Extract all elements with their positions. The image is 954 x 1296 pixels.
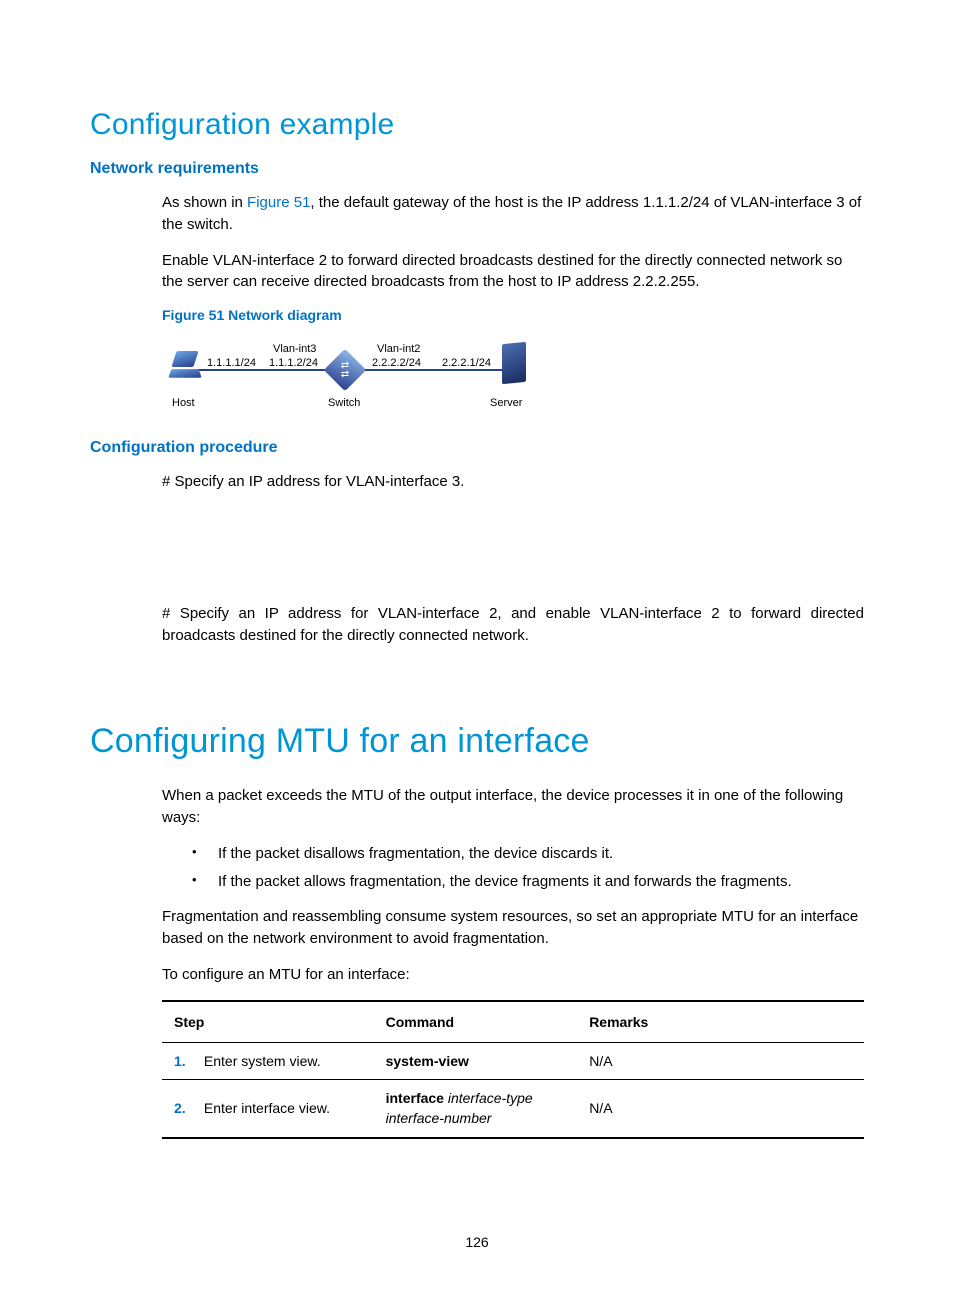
- para-mtu-3: To configure an MTU for an interface:: [162, 964, 864, 986]
- bullet-list: If the packet disallows fragmentation, t…: [162, 843, 864, 893]
- th-remarks: Remarks: [583, 1001, 864, 1043]
- body-proc: # Specify an IP address for VLAN-interfa…: [162, 471, 864, 646]
- page: Configuration example Network requiremen…: [0, 0, 954, 1296]
- step-number: 1.: [174, 1051, 200, 1071]
- label-host: Host: [172, 397, 195, 409]
- remarks-cell: N/A: [583, 1080, 864, 1138]
- bullet-1: If the packet disallows fragmentation, t…: [162, 843, 864, 865]
- figure-51: Figure 51 Network diagram 1.1.1.1/24 Vla…: [162, 307, 864, 415]
- table-header-row: Step Command Remarks: [162, 1001, 864, 1043]
- bullet-2: If the packet allows fragmentation, the …: [162, 871, 864, 893]
- link-figure-51[interactable]: Figure 51: [247, 194, 310, 211]
- label-switch: Switch: [328, 397, 360, 409]
- heading-configuration-example: Configuration example: [90, 108, 864, 142]
- step-number: 2.: [174, 1098, 200, 1118]
- cmd-bold: system-view: [386, 1053, 469, 1069]
- label-vlan2: Vlan-int2: [377, 343, 420, 355]
- figure-title: Figure 51 Network diagram: [162, 307, 864, 323]
- label-vlan2-ip: 2.2.2.2/24: [372, 357, 421, 369]
- switch-icon: ⇄⇄: [330, 355, 360, 385]
- step-text: Enter interface view.: [204, 1100, 330, 1116]
- para-netreq-2: Enable VLAN-interface 2 to forward direc…: [162, 250, 864, 294]
- th-step: Step: [162, 1001, 380, 1043]
- steps-table: Step Command Remarks 1. Enter system vie…: [162, 1000, 864, 1139]
- label-server-ip: 2.2.2.1/24: [442, 357, 491, 369]
- heading-configuring-mtu: Configuring MTU for an interface: [90, 722, 864, 761]
- label-vlan3-ip: 1.1.1.2/24: [269, 357, 318, 369]
- heading-network-requirements: Network requirements: [90, 160, 864, 178]
- link-line-left: [198, 369, 330, 371]
- para-mtu-1: When a packet exceeds the MTU of the out…: [162, 785, 864, 829]
- step-text: Enter system view.: [204, 1053, 321, 1069]
- heading-configuration-procedure: Configuration procedure: [90, 439, 864, 457]
- table-row: 1. Enter system view. system-view N/A: [162, 1042, 864, 1079]
- table-row: 2. Enter interface view. interface inter…: [162, 1080, 864, 1138]
- remarks-cell: N/A: [583, 1042, 864, 1079]
- link-line-right: [360, 369, 502, 371]
- server-icon: [502, 342, 526, 385]
- host-icon: [170, 351, 200, 381]
- para-proc-2: # Specify an IP address for VLAN-interfa…: [162, 603, 864, 647]
- para-proc-1: # Specify an IP address for VLAN-interfa…: [162, 471, 864, 493]
- body-mtu: When a packet exceeds the MTU of the out…: [162, 785, 864, 1138]
- cmd-bold: interface: [386, 1090, 444, 1106]
- text: As shown in: [162, 194, 247, 211]
- para-mtu-2: Fragmentation and reassembling consume s…: [162, 906, 864, 950]
- body-netreq: As shown in Figure 51, the default gatew…: [162, 192, 864, 293]
- label-server: Server: [490, 397, 522, 409]
- network-diagram: 1.1.1.1/24 Vlan-int3 1.1.1.2/24 Vlan-int…: [162, 333, 542, 415]
- page-number: 126: [0, 1234, 954, 1250]
- label-vlan3: Vlan-int3: [273, 343, 316, 355]
- th-command: Command: [380, 1001, 584, 1043]
- label-host-ip: 1.1.1.1/24: [207, 357, 256, 369]
- para-netreq-1: As shown in Figure 51, the default gatew…: [162, 192, 864, 236]
